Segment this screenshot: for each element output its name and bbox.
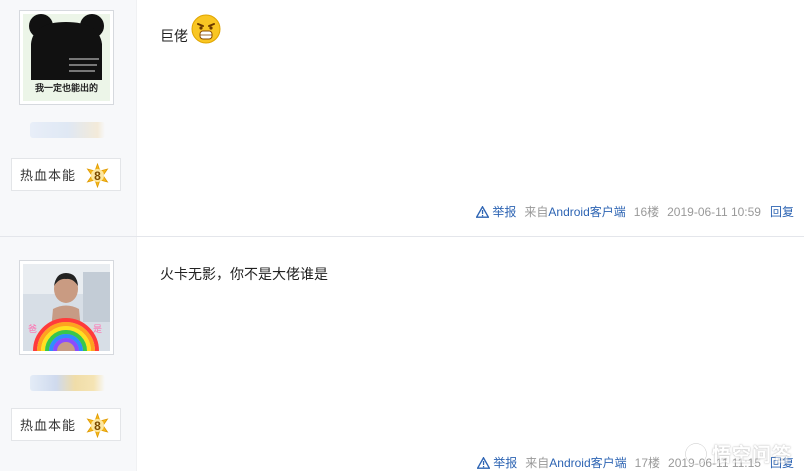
user-level-badge[interactable]: 热血本能 8 [11,408,121,441]
source-prefix: 来自 [525,456,550,470]
wukong-watermark: 悟空问答 [684,440,792,467]
content-text: 巨佬 [160,28,188,44]
report-label: 举报 [492,205,517,219]
client-link[interactable]: Android客户端 [549,454,626,471]
username-blurred[interactable] [30,375,105,391]
reply-post: 我一定也能出的 热血本能 8 巨佬 举报 来自 Android客户端 16楼 2… [0,0,804,236]
badge-title: 热血本能 [20,418,77,433]
post-time: 2019-06-11 10:59 [667,204,761,219]
source-prefix: 来自 [524,205,549,219]
watermark-text: 悟空问答 [711,445,792,466]
report-label: 举报 [493,456,518,470]
warning-icon [476,205,490,218]
warning-icon [477,456,491,469]
avatar[interactable]: 我一定也能出的 [19,10,114,105]
level-star-icon: 8 [85,163,110,188]
floor-number: 16楼 [633,205,660,219]
avatar-caption: 我一定也能出的 [34,83,98,93]
floor-number: 17楼 [634,456,661,470]
author-sidebar: 爸 是 热血本能 8 [0,237,137,471]
wukong-logo-icon [684,442,708,465]
angry-face-emoji-icon [191,14,221,44]
post-content: 巨佬 [160,14,221,46]
post-footer: 举报 来自 Android客户端 16楼 2019-06-11 10:59 回复 [476,203,794,220]
avatar[interactable]: 爸 是 [19,260,114,355]
level-number: 8 [94,168,101,183]
author-sidebar: 我一定也能出的 热血本能 8 [0,0,137,236]
badge-title: 热血本能 [20,168,77,183]
user-level-badge[interactable]: 热血本能 8 [11,158,121,191]
content-text: 火卡无影，你不是大佬谁是 [160,266,328,282]
reply-link[interactable]: 回复 [770,203,794,220]
post-content: 火卡无影，你不是大佬谁是 [160,264,328,284]
username-blurred[interactable] [30,122,105,138]
svg-text:是: 是 [93,324,102,335]
client-link[interactable]: Android客户端 [548,203,625,220]
svg-text:爸: 爸 [28,323,37,335]
level-number: 8 [94,418,101,433]
reply-post: 爸 是 热血本能 8 火卡无影，你不是大佬谁是 举报 来自 Android客户端… [0,236,804,471]
report-link[interactable]: 举报 [476,203,516,220]
report-link[interactable]: 举报 [477,454,517,471]
level-star-icon: 8 [85,413,110,438]
boy-rainbow-image: 爸 是 [23,264,110,351]
